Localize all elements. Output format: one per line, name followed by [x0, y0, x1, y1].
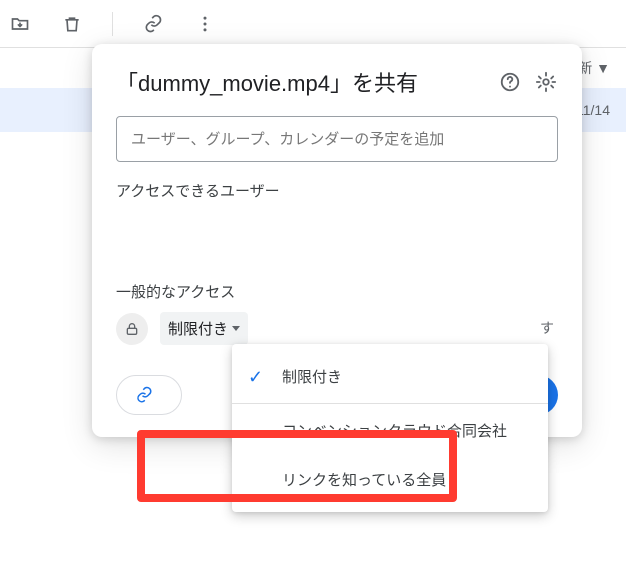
title-open-quote: 「: [116, 71, 138, 96]
toolbar-separator: [112, 12, 113, 36]
add-people-input[interactable]: [116, 116, 558, 162]
lock-icon: [116, 313, 148, 345]
dropdown-divider: [232, 403, 548, 404]
link-icon: [135, 386, 153, 404]
title-filename: dummy_movie.mp4: [138, 71, 330, 96]
access-level-label: 制限付き: [168, 318, 228, 339]
dropdown-item-label: リンクを知っている全員: [282, 469, 446, 490]
help-icon[interactable]: [498, 70, 522, 94]
dropdown-item-label: 制限付き: [282, 366, 342, 387]
general-access-label: 一般的なアクセス: [116, 281, 558, 302]
delete-icon[interactable]: [60, 12, 84, 36]
dialog-title: 「dummy_movie.mp4」を共有: [116, 66, 486, 98]
access-level-dropdown-button[interactable]: 制限付き す: [160, 312, 248, 345]
dropdown-item-anyone-with-link[interactable]: リンクを知っている全員: [232, 455, 548, 504]
people-with-access-label: アクセスできるユーザー: [116, 180, 558, 201]
chevron-down-icon: [232, 326, 240, 331]
access-dropdown-menu: ✓ 制限付き コンベンションクラウド合同会社 リンクを知っている全員: [232, 344, 548, 512]
move-to-icon[interactable]: [8, 12, 32, 36]
title-close-suffix: 」を共有: [330, 71, 418, 96]
check-icon: ✓: [248, 368, 263, 386]
dropdown-item-restricted[interactable]: ✓ 制限付き: [232, 352, 548, 401]
link-icon[interactable]: [141, 12, 165, 36]
general-access-row: 制限付き す: [116, 312, 558, 345]
copy-link-button[interactable]: [116, 375, 182, 415]
dropdown-item-label: コンベンションクラウド合同会社: [282, 420, 507, 441]
gear-icon[interactable]: [534, 70, 558, 94]
more-icon[interactable]: [193, 12, 217, 36]
dropdown-item-org[interactable]: コンベンションクラウド合同会社: [232, 406, 548, 455]
toolbar: [0, 0, 626, 48]
